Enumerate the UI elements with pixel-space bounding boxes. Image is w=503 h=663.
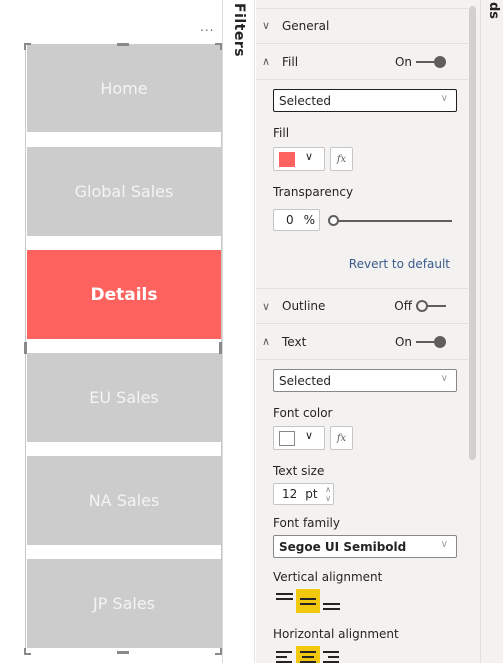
vertical-alignment-label: Vertical alignment	[273, 570, 383, 584]
filters-label[interactable]: Filters	[231, 3, 247, 57]
chevron-down-icon: ∨	[305, 150, 314, 163]
font-color-fx-button[interactable]: fx	[330, 426, 353, 450]
toggle-label: Off	[394, 299, 412, 313]
dropdown-value: Selected	[279, 373, 332, 388]
nav-button-jp-sales[interactable]: JP Sales	[27, 559, 221, 648]
section-title: Outline	[282, 299, 326, 313]
more-options-button[interactable]: ...	[200, 21, 214, 33]
text-toggle[interactable]: On	[395, 335, 446, 349]
font-family-label: Font family	[273, 516, 340, 530]
nav-button-label: Home	[100, 78, 148, 98]
button-navigator-visual[interactable]: Home Global Sales Details EU Sales NA Sa…	[25, 43, 222, 655]
fill-state-dropdown[interactable]: Selected ∨	[273, 89, 457, 112]
align-top-button[interactable]	[274, 589, 296, 613]
section-title: Text	[282, 334, 307, 349]
align-middle-button[interactable]	[296, 589, 320, 613]
vertical-alignment-group	[274, 589, 342, 613]
align-center-button[interactable]	[296, 646, 320, 663]
color-swatch	[279, 152, 295, 167]
resize-handle-top-left[interactable]	[24, 43, 26, 50]
section-general[interactable]: ∨ General	[256, 8, 468, 44]
nav-button-label: EU Sales	[89, 388, 159, 407]
spin-down-icon[interactable]: ∨	[325, 494, 331, 503]
transparency-input[interactable]: 0 %	[273, 209, 320, 231]
slider-rail	[332, 220, 452, 222]
resize-handle-top[interactable]	[117, 43, 129, 46]
chevron-down-icon: ∨	[305, 429, 314, 442]
dropdown-value: Segoe UI Semibold	[279, 539, 407, 554]
chevron-down-icon: ∨	[262, 19, 271, 32]
dropdown-value: Selected	[279, 93, 332, 108]
fields-pane-collapsed[interactable]	[480, 0, 503, 663]
section-text[interactable]: ∧ Text On	[256, 324, 468, 360]
fill-fx-button[interactable]: fx	[330, 147, 353, 171]
text-size-label: Text size	[273, 464, 325, 478]
text-size-input[interactable]: 12 pt ∧ ∨	[273, 483, 334, 505]
resize-handle-left[interactable]	[24, 342, 27, 354]
spin-up-icon[interactable]: ∧	[325, 485, 331, 494]
align-middle-icon	[300, 598, 316, 600]
chevron-up-icon: ∧	[262, 55, 271, 68]
align-bottom-button[interactable]	[320, 589, 342, 613]
nav-button-label: NA Sales	[88, 491, 160, 510]
font-color-label: Font color	[273, 406, 333, 420]
resize-handle-bottom[interactable]	[117, 651, 129, 654]
revert-to-default-link[interactable]: Revert to default	[349, 257, 450, 271]
section-fill[interactable]: ∧ Fill On	[256, 44, 468, 80]
align-left-icon	[276, 651, 292, 653]
toggle-label: On	[394, 334, 412, 349]
align-right-button[interactable]	[320, 646, 342, 663]
align-top-icon	[276, 593, 293, 595]
section-outline[interactable]: ∨ Outline Off	[256, 288, 468, 324]
nav-button-label: Global Sales	[74, 182, 174, 201]
report-canvas: ... Home Global Sales Details EU Sales N…	[0, 0, 222, 663]
chevron-down-icon: ∨	[440, 539, 448, 550]
format-pane-scrollbar[interactable]	[469, 6, 476, 460]
transparency-value: 0	[286, 213, 294, 227]
section-title: General	[282, 18, 330, 33]
chevron-down-icon: ∨	[440, 93, 448, 104]
divider	[256, 8, 468, 9]
font-color-picker[interactable]: ∨	[273, 426, 325, 450]
text-size-value: 12	[282, 487, 298, 501]
transparency-slider[interactable]	[328, 215, 452, 227]
nav-button-na-sales[interactable]: NA Sales	[27, 456, 221, 545]
nav-button-label: JP Sales	[92, 594, 156, 613]
chevron-down-icon: ∨	[262, 299, 271, 313]
fill-toggle[interactable]: On	[395, 55, 446, 69]
fields-label[interactable]: ds	[486, 2, 501, 19]
horizontal-alignment-label: Horizontal alignment	[273, 627, 399, 641]
text-size-unit: pt	[305, 487, 318, 501]
horizontal-alignment-group	[274, 646, 342, 663]
color-swatch	[279, 431, 295, 446]
chevron-down-icon: ∨	[440, 373, 448, 384]
align-center-icon	[300, 651, 316, 653]
align-right-icon	[323, 651, 339, 653]
resize-handle-bottom-left[interactable]	[24, 648, 26, 655]
toggle-switch[interactable]	[416, 55, 446, 68]
nav-button-eu-sales[interactable]: EU Sales	[27, 353, 221, 442]
nav-button-home[interactable]: Home	[27, 44, 221, 132]
filters-pane-collapsed[interactable]: Filters	[223, 0, 255, 663]
toggle-label: On	[394, 54, 412, 69]
transparency-unit: %	[303, 213, 316, 227]
toggle-switch[interactable]	[416, 335, 446, 348]
fill-color-picker[interactable]: ∨	[273, 147, 325, 171]
text-size-spinner[interactable]: ∧ ∨	[325, 485, 331, 503]
slider-thumb[interactable]	[328, 215, 339, 226]
transparency-label: Transparency	[273, 185, 354, 199]
fill-color-label: Fill	[273, 126, 290, 140]
align-left-button[interactable]	[274, 646, 296, 663]
chevron-up-icon: ∧	[262, 335, 271, 348]
font-family-dropdown[interactable]: Segoe UI Semibold ∨	[273, 535, 457, 558]
text-state-dropdown[interactable]: Selected ∨	[273, 369, 457, 392]
format-pane: ∨ General ∧ Fill On Selected ∨ Fill ∨ fx…	[256, 0, 480, 663]
nav-button-global-sales[interactable]: Global Sales	[27, 147, 221, 236]
nav-button-details[interactable]: Details	[27, 250, 221, 339]
section-title: Fill	[282, 54, 299, 69]
toggle-switch[interactable]	[416, 300, 446, 312]
align-bottom-icon	[323, 603, 340, 605]
outline-toggle[interactable]: Off	[394, 299, 446, 313]
nav-button-label: Details	[90, 284, 158, 305]
